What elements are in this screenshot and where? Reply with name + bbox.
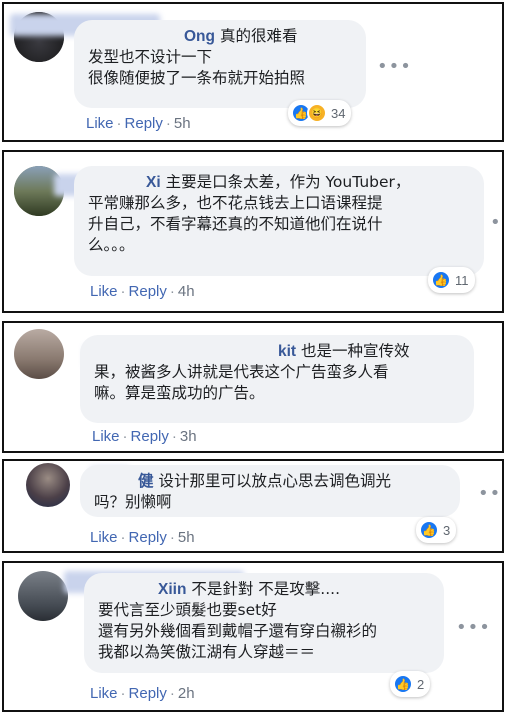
comment-text: 设计那里可以放点心思去调色调光 <box>158 472 391 490</box>
comment-actions: Like · Reply · 2h <box>90 685 195 702</box>
like-button[interactable]: Like <box>90 685 118 702</box>
comment-card: 健 设计那里可以放点心思去调色调光 吗？别懒啊 ••• 👍 3 Like·Rep… <box>2 459 504 553</box>
comment-text: 也是一种宣传效 <box>301 342 410 360</box>
like-icon: 👍 <box>393 674 413 694</box>
comment-text: 发型也不设计一下 <box>88 48 213 66</box>
comment-text: 要代言至少頭髮也要set好 <box>98 601 277 619</box>
more-options-icon[interactable]: ••• <box>377 56 412 77</box>
comment-text: 么。。。 <box>88 236 135 254</box>
reaction-count: 34 <box>331 105 346 121</box>
reaction-count: 3 <box>443 522 451 538</box>
timestamp[interactable]: 2h <box>178 685 195 702</box>
reaction-count: 11 <box>455 272 469 288</box>
comment-author[interactable]: Xi <box>146 174 161 191</box>
reply-button[interactable]: Reply <box>129 529 167 546</box>
avatar[interactable] <box>18 571 68 621</box>
more-options-icon[interactable]: ••• <box>456 617 491 638</box>
comment-text: 平常赚那么多，也不花点钱去上口语课程提 <box>88 194 383 212</box>
timestamp[interactable]: 3h <box>180 428 197 445</box>
comment-text: 升自己，不看字幕还真的不知道他们在说什 <box>88 215 383 233</box>
comment-text: 嘛。算是蛮成功的广告。 <box>94 384 265 402</box>
comment-author[interactable]: 健 <box>138 473 154 490</box>
comment-author[interactable]: Xiin <box>158 581 186 598</box>
comment-actions: Like · Reply · 5h <box>90 529 195 546</box>
reply-button[interactable]: Reply <box>129 685 167 702</box>
like-button[interactable]: Like <box>90 283 118 300</box>
reply-button[interactable]: Reply <box>125 115 163 132</box>
reaction-count: 2 <box>417 676 425 692</box>
timestamp[interactable]: 4h <box>178 283 195 300</box>
timestamp[interactable]: 5h <box>174 115 191 132</box>
comment-bubble: Xiin 不是針對 不是攻擊.... 要代言至少頭髮也要set好 還有另外幾個看… <box>84 573 444 673</box>
comment-author[interactable]: Ong <box>184 28 215 45</box>
reaction-summary[interactable]: 👍 😆 34 <box>288 100 352 126</box>
comment-text: 主要是口条太差，作为 YouTuber， <box>165 173 411 191</box>
reaction-summary[interactable]: 👍 3 <box>416 517 457 543</box>
like-button[interactable]: Like <box>90 529 118 546</box>
comment-bubble: kit 也是一种宣传效 果，被酱多人讲就是代表这个广告蛮多人看 嘛。算是蛮成功的… <box>80 335 474 423</box>
avatar[interactable] <box>14 329 64 379</box>
comment-bubble: Ong 真的很难看 发型也不设计一下 很像随便披了一条布就开始拍照 <box>74 20 366 108</box>
timestamp[interactable]: 5h <box>178 529 195 546</box>
comment-bubble: 健 设计那里可以放点心思去调色调光 吗？别懒啊 <box>80 465 460 517</box>
comment-actions: Like · Reply · 5h <box>86 115 191 132</box>
reaction-summary[interactable]: 👍 11 <box>428 267 475 293</box>
comment-card: Xiin 不是針對 不是攻擊.... 要代言至少頭髮也要set好 還有另外幾個看… <box>2 561 504 712</box>
comment-bubble: Xi 主要是口条太差，作为 YouTuber， 平常赚那么多，也不花点钱去上口语… <box>74 166 484 276</box>
more-options-icon[interactable]: ••• <box>478 483 502 504</box>
reply-button[interactable]: Reply <box>131 428 169 445</box>
reply-button[interactable]: Reply <box>129 283 167 300</box>
like-icon: 👍 <box>431 270 451 290</box>
comment-author[interactable]: kit <box>278 343 296 360</box>
reaction-summary[interactable]: 👍 2 <box>390 671 431 697</box>
like-icon: 👍 <box>419 520 439 540</box>
comment-card: kit 也是一种宣传效 果，被酱多人讲就是代表这个广告蛮多人看 嘛。算是蛮成功的… <box>2 321 504 453</box>
avatar[interactable] <box>26 463 70 507</box>
comment-card: Xi 主要是口条太差，作为 YouTuber， 平常赚那么多，也不花点钱去上口语… <box>2 150 504 313</box>
comment-actions: Like · Reply · 3h <box>92 428 197 445</box>
comment-text: 不是針對 不是攻擊.... <box>191 580 340 598</box>
like-button[interactable]: Like <box>86 115 114 132</box>
comment-text: 吗？别懒啊 <box>94 493 172 511</box>
comment-text: 還有另外幾個看到戴帽子還有穿白襯衫的 <box>98 622 378 640</box>
comment-text: 真的很难看 <box>219 27 298 45</box>
like-button[interactable]: Like <box>92 428 120 445</box>
comment-text: 果，被酱多人讲就是代表这个广告蛮多人看 <box>94 363 389 381</box>
comment-text: 我都以為笑傲江湖有人穿越＝＝ <box>98 643 316 661</box>
more-options-icon[interactable]: ••• <box>490 212 502 233</box>
haha-icon: 😆 <box>307 103 327 123</box>
comment-text: 很像随便披了一条布就开始拍照 <box>88 69 306 87</box>
comment-card: Ong 真的很难看 发型也不设计一下 很像随便披了一条布就开始拍照 ••• 👍 … <box>2 2 504 142</box>
comment-actions: Like · Reply · 4h <box>90 283 195 300</box>
